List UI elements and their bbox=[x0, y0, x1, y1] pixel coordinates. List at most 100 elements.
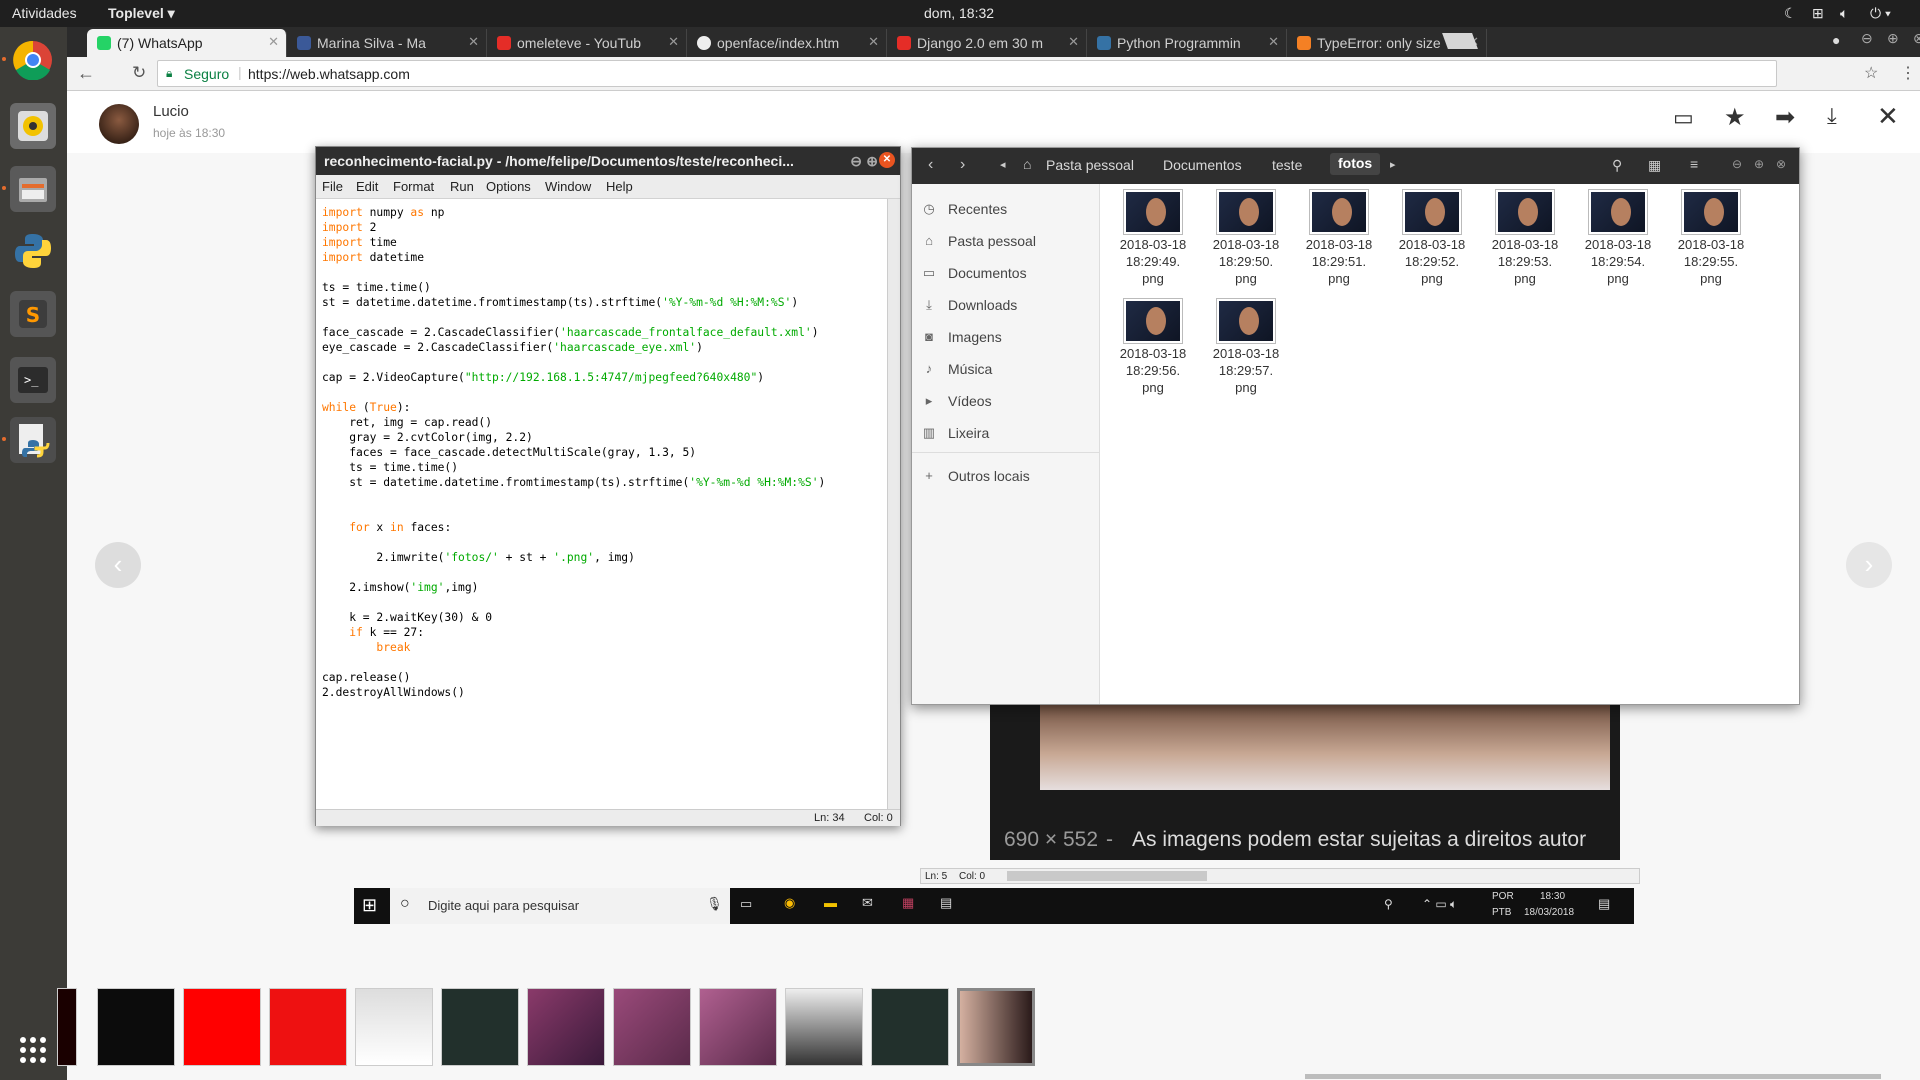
files-icon[interactable] bbox=[2, 166, 56, 212]
minimize-window-icon[interactable]: ⊖ bbox=[850, 153, 862, 170]
people-icon[interactable]: ⚲ bbox=[1384, 897, 1393, 911]
idle-icon[interactable]: ▤ bbox=[940, 895, 952, 911]
new-tab-button[interactable] bbox=[1442, 33, 1478, 49]
idle-title-bar[interactable]: reconhecimento-facial.py - /home/felipe/… bbox=[316, 147, 900, 175]
chrome-icon[interactable]: ◉ bbox=[784, 895, 795, 911]
media-thumbnail[interactable] bbox=[269, 988, 347, 1066]
menu-format[interactable]: Format bbox=[393, 179, 434, 194]
menu-help[interactable]: Help bbox=[606, 179, 633, 194]
close-window-icon[interactable]: ⊗ bbox=[1776, 157, 1786, 171]
sidebar-item-lixeira[interactable]: ▥ Lixeira bbox=[922, 422, 989, 444]
media-thumbnail[interactable] bbox=[871, 988, 949, 1066]
tab-python[interactable]: Python Programmin ✕ bbox=[1087, 29, 1287, 57]
task-view-icon[interactable]: ▭ bbox=[740, 896, 752, 912]
rhythmbox-icon[interactable] bbox=[10, 103, 56, 149]
forward-arrow-icon[interactable]: › bbox=[960, 156, 965, 174]
taskbar-date[interactable]: 18/03/2018 bbox=[1524, 907, 1574, 918]
path-segment[interactable]: teste bbox=[1272, 155, 1302, 177]
media-thumbnail[interactable] bbox=[57, 988, 77, 1066]
view-mode-icon[interactable]: ▦ bbox=[1648, 157, 1661, 174]
sidebar-item-imagens[interactable]: ◙ Imagens bbox=[922, 326, 1002, 348]
search-icon[interactable]: ⚲ bbox=[1612, 157, 1622, 174]
menu-window[interactable]: Window bbox=[545, 179, 591, 194]
night-mode-icon[interactable]: ☾ bbox=[1784, 5, 1797, 22]
hamburger-menu-icon[interactable]: ≡ bbox=[1690, 156, 1698, 172]
path-segment[interactable]: Documentos bbox=[1163, 155, 1242, 177]
avatar[interactable] bbox=[99, 104, 139, 144]
maximize-window-icon[interactable]: ⊕ bbox=[1754, 157, 1764, 171]
sidebar-item-documentos[interactable]: ▭ Documentos bbox=[922, 262, 1027, 284]
chrome-menu-icon[interactable]: ⋮ bbox=[1900, 63, 1916, 83]
close-tab-icon[interactable]: ✕ bbox=[1268, 34, 1279, 50]
vertical-scrollbar[interactable] bbox=[887, 199, 900, 809]
media-thumbnail[interactable] bbox=[441, 988, 519, 1066]
sidebar-item-videos[interactable]: ▸ Vídeos bbox=[922, 390, 992, 412]
file-item[interactable]: 2018-03-18 18:29:50. png bbox=[1202, 184, 1290, 286]
file-item[interactable]: 2018-03-18 18:29:55. png bbox=[1667, 184, 1755, 286]
address-bar[interactable]: 🔒︎ Seguro | https://web.whatsapp.com bbox=[157, 60, 1777, 87]
close-tab-icon[interactable]: ✕ bbox=[868, 34, 879, 50]
app-menu[interactable]: Toplevel ▾ bbox=[108, 5, 175, 22]
minimize-window-icon[interactable]: ⊖ bbox=[1732, 157, 1742, 171]
network-icon[interactable]: ⊞ bbox=[1812, 5, 1824, 22]
tab-whatsapp[interactable]: (7) WhatsApp ✕ bbox=[87, 29, 287, 57]
file-item[interactable]: 2018-03-18 18:29:57. png bbox=[1202, 293, 1290, 395]
chrome-icon[interactable] bbox=[2, 37, 56, 83]
file-item[interactable]: 2018-03-18 18:29:51. png bbox=[1295, 184, 1383, 286]
file-item[interactable]: 2018-03-18 18:29:49. png bbox=[1109, 184, 1197, 286]
sidebar-item-recentes[interactable]: ◷ Recentes bbox=[922, 198, 1007, 220]
terminal-icon[interactable]: >_ bbox=[10, 357, 56, 403]
sidebar-item-outros-locais[interactable]: + Outros locais bbox=[922, 465, 1030, 487]
taskbar-search-box[interactable]: ○ Digite aqui para pesquisar 🎙︎ bbox=[390, 888, 730, 924]
back-arrow-icon[interactable]: ‹ bbox=[928, 156, 933, 174]
keyboard-layout[interactable]: PTB bbox=[1492, 907, 1511, 918]
volume-icon[interactable]: 🔈︎ bbox=[1840, 5, 1848, 22]
minimize-window-icon[interactable]: ⊖ bbox=[1861, 30, 1873, 47]
clock[interactable]: dom, 18:32 bbox=[924, 5, 994, 21]
path-segment-current[interactable]: fotos bbox=[1330, 153, 1381, 175]
media-thumbnail[interactable] bbox=[183, 988, 261, 1066]
close-tab-icon[interactable]: ✕ bbox=[468, 34, 479, 50]
menu-edit[interactable]: Edit bbox=[356, 179, 378, 194]
tray-icons[interactable]: ⌃ ▭ 🔈︎ bbox=[1422, 897, 1457, 912]
media-thumbnail-selected[interactable] bbox=[957, 988, 1035, 1066]
reload-icon[interactable]: ↻ bbox=[132, 63, 146, 83]
code-editor[interactable]: import numpy as np import 2 import time imp… bbox=[316, 199, 887, 799]
path-left-arrow-icon[interactable]: ◂ bbox=[1000, 158, 1006, 171]
power-icon[interactable]: ⏻ ▾ bbox=[1870, 5, 1891, 22]
media-thumbnail[interactable] bbox=[699, 988, 777, 1066]
profile-icon[interactable]: ● bbox=[1832, 32, 1840, 48]
close-tab-icon[interactable]: ✕ bbox=[1068, 34, 1079, 50]
maximize-window-icon[interactable]: ⊕ bbox=[866, 153, 878, 170]
sidebar-item-downloads[interactable]: ⤓ Downloads bbox=[922, 294, 1017, 316]
horizontal-scrollbar[interactable] bbox=[1007, 871, 1207, 881]
chat-icon[interactable]: ▭ bbox=[1673, 105, 1694, 131]
python-icon[interactable] bbox=[10, 228, 56, 274]
previous-media-button[interactable]: ‹ bbox=[95, 542, 141, 588]
download-icon[interactable]: ⤓ bbox=[1827, 103, 1837, 129]
apps-grid-icon[interactable] bbox=[10, 1027, 56, 1073]
activities-button[interactable]: Atividades bbox=[12, 5, 77, 21]
close-window-icon[interactable]: ✕ bbox=[879, 152, 895, 168]
file-item[interactable]: 2018-03-18 18:29:53. png bbox=[1481, 184, 1569, 286]
taskbar-time[interactable]: 18:30 bbox=[1540, 891, 1565, 902]
idle-icon[interactable] bbox=[2, 417, 56, 463]
windows-start-icon[interactable]: ⊞ bbox=[362, 895, 377, 916]
close-tab-icon[interactable]: ✕ bbox=[268, 34, 279, 50]
sidebar-item-pasta-pessoal[interactable]: ⌂ Pasta pessoal bbox=[922, 230, 1036, 252]
menu-run[interactable]: Run bbox=[450, 179, 474, 194]
menu-file[interactable]: File bbox=[322, 179, 343, 194]
media-thumbnail[interactable] bbox=[97, 988, 175, 1066]
path-right-arrow-icon[interactable]: ▸ bbox=[1390, 158, 1396, 171]
sublime-icon[interactable]: S bbox=[10, 291, 56, 337]
folder-icon[interactable]: ▬ bbox=[824, 895, 837, 910]
tab-django[interactable]: Django 2.0 em 30 m ✕ bbox=[887, 29, 1087, 57]
forward-icon[interactable]: ➡ bbox=[1775, 103, 1795, 132]
path-segment[interactable]: Pasta pessoal bbox=[1046, 155, 1134, 177]
file-item[interactable]: 2018-03-18 18:29:54. png bbox=[1574, 184, 1662, 286]
star-icon[interactable]: ★ bbox=[1724, 103, 1746, 132]
media-thumbnail[interactable] bbox=[613, 988, 691, 1066]
media-thumbnail[interactable] bbox=[355, 988, 433, 1066]
mail-icon[interactable]: ✉ bbox=[862, 895, 873, 911]
file-item[interactable]: 2018-03-18 18:29:56. png bbox=[1109, 293, 1197, 395]
